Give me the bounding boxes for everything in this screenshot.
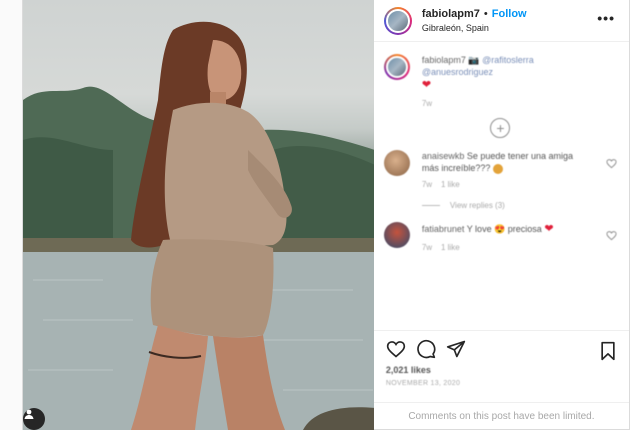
- comment-item: anaisewkb Se puede tener una amiga más i…: [383, 149, 617, 191]
- view-replies-label: View replies (3): [449, 201, 505, 210]
- comment-username[interactable]: fatiabrunet: [422, 224, 465, 234]
- caption-avatar[interactable]: [383, 54, 410, 80]
- instagram-post: fabiolapm7 • Follow Gibraleón, Spain •••…: [22, 0, 630, 430]
- username-link[interactable]: fabiolapm7: [422, 8, 480, 21]
- view-replies-button[interactable]: View replies (3): [421, 201, 617, 210]
- red-heart-emoji: ❤: [421, 79, 432, 92]
- save-bookmark-icon[interactable]: [599, 341, 617, 361]
- emoji-icon: [492, 163, 503, 174]
- comment-time: 7w: [421, 242, 433, 252]
- post-photo[interactable]: [23, 0, 374, 430]
- caption-username[interactable]: fabiolapm7: [422, 55, 466, 65]
- replies-divider: [421, 205, 440, 206]
- follow-button[interactable]: Follow: [492, 8, 527, 21]
- more-horizontal-icon[interactable]: •••: [597, 10, 615, 26]
- share-direct-icon[interactable]: [446, 339, 466, 359]
- comment-text: Y love 😍 preciosa: [466, 224, 542, 234]
- red-heart-emoji: ❤: [544, 223, 554, 235]
- comment-likes[interactable]: 1 like: [441, 180, 460, 189]
- caption: fabiolapm7 📷 @rafitoslerra @anuesrodrigu…: [383, 54, 617, 110]
- comment-likes[interactable]: 1 like: [441, 243, 460, 252]
- comments-section: fabiolapm7 📷 @rafitoslerra @anuesrodrigu…: [374, 42, 629, 330]
- comment-avatar[interactable]: [383, 149, 410, 176]
- likes-count[interactable]: 2,021 likes: [386, 365, 617, 375]
- comments-limited-notice: Comments on this post have been limited.: [373, 402, 629, 430]
- post-side-panel: fabiolapm7 • Follow Gibraleón, Spain •••…: [373, 0, 629, 430]
- like-comment-heart-icon[interactable]: [606, 230, 617, 241]
- location-link[interactable]: Gibraleón, Spain: [422, 23, 527, 34]
- post-header: fabiolapm7 • Follow Gibraleón, Spain •••: [373, 0, 629, 42]
- post-date: NOVEMBER 13, 2020: [385, 380, 461, 387]
- user-tag-icon[interactable]: [23, 408, 45, 430]
- like-comment-heart-icon[interactable]: [606, 158, 617, 169]
- like-heart-icon[interactable]: [386, 339, 406, 359]
- load-more-comments-icon[interactable]: +: [490, 117, 511, 138]
- separator-dot: •: [483, 7, 488, 20]
- comment-avatar[interactable]: [383, 222, 410, 248]
- post-actions: 2,021 likes NOVEMBER 13, 2020: [373, 330, 629, 402]
- photo-illustration: [23, 21, 374, 430]
- comment-username[interactable]: anaisewkb: [422, 151, 465, 161]
- caption-time: 7w: [421, 99, 433, 109]
- comment-icon[interactable]: [416, 339, 436, 359]
- avatar[interactable]: [383, 6, 412, 35]
- comment-item: fatiabrunet Y love 😍 preciosa ❤ 7w 1 lik…: [383, 222, 617, 254]
- comment-time: 7w: [421, 180, 433, 190]
- knit-shorts: [150, 239, 274, 338]
